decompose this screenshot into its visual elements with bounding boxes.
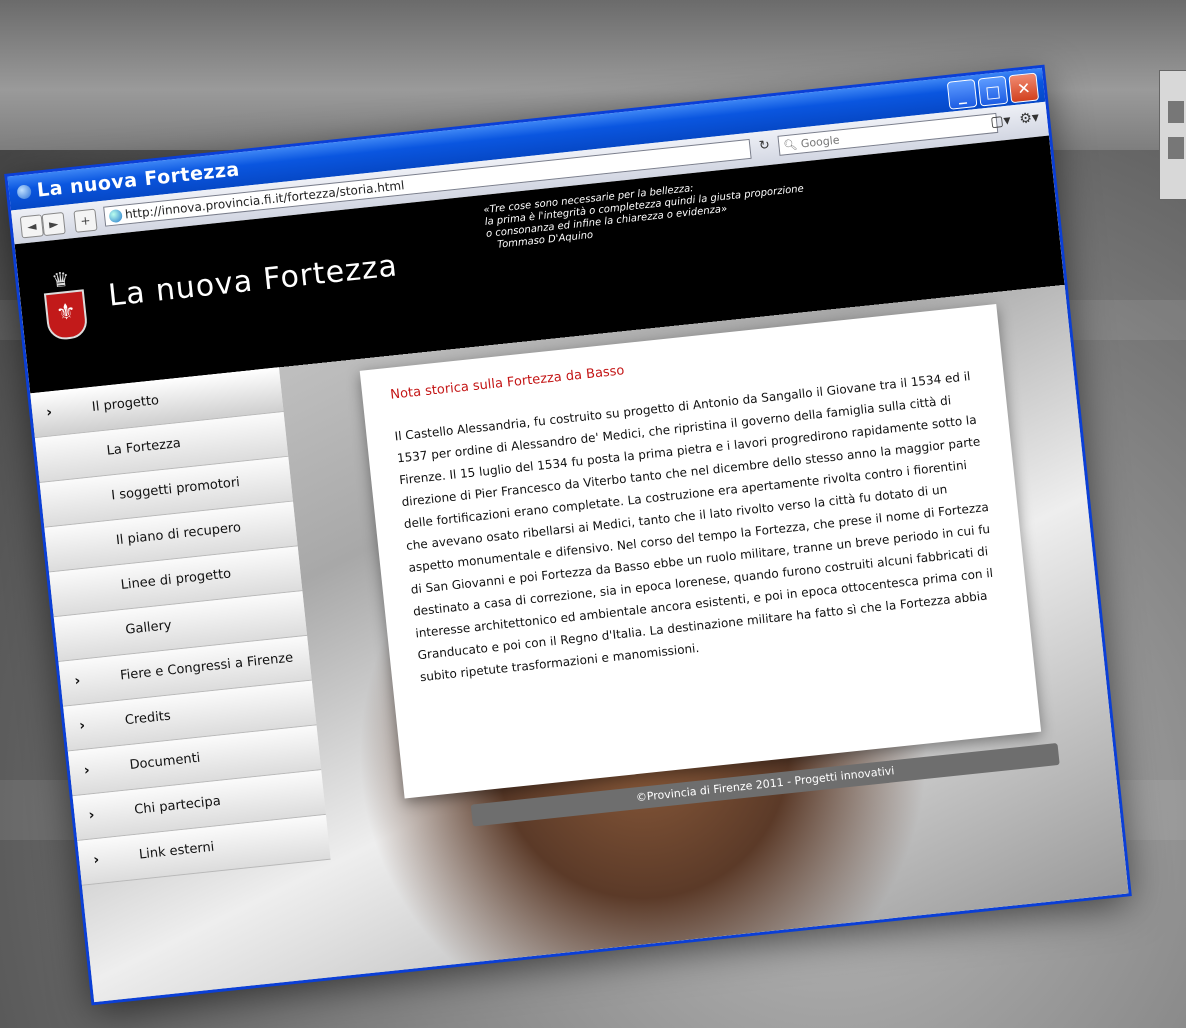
- chevron-right-icon: ›: [92, 851, 100, 869]
- minimize-button[interactable]: _: [946, 79, 978, 110]
- chevron-right-icon: ›: [87, 807, 96, 824]
- content-panel: Nota storica sulla Fortezza da Basso Il …: [359, 303, 1042, 799]
- sidebar-item-label: Gallery: [124, 617, 173, 638]
- app-icon: [16, 184, 32, 200]
- search-placeholder: Google: [800, 132, 841, 150]
- sidebar-item-label: Fiere e Congressi a Firenze: [119, 650, 294, 684]
- gear-icon[interactable]: ⚙▾: [1019, 110, 1040, 128]
- crown-icon: ♛: [50, 266, 71, 293]
- forward-button[interactable]: ►: [41, 211, 66, 237]
- sidebar-item-label: Il piano di recupero: [115, 520, 242, 549]
- chevron-right-icon: ›: [78, 717, 86, 735]
- back-button[interactable]: ◄: [19, 214, 44, 239]
- sidebar-nav: › Il progetto La Fortezza I soggetti pro…: [30, 367, 331, 886]
- logo: ♛ ⚜: [37, 259, 89, 343]
- browser-window: La nuova Fortezza _ □ ✕ ◄ ► + http://inn…: [7, 67, 1129, 1003]
- sidebar-item-label: Credits: [124, 708, 172, 729]
- close-button[interactable]: ✕: [1008, 72, 1040, 104]
- content-heading: Nota storica sulla Fortezza da Basso: [389, 363, 626, 403]
- sidebar-item-label: I soggetti promotori: [110, 475, 241, 504]
- sidebar-item-label: Chi partecipa: [133, 793, 222, 818]
- sidebar-item-label: Documenti: [128, 750, 202, 774]
- sidebar-item-label: Linee di progetto: [120, 566, 232, 593]
- content-body: Il Castello Alessandria, fu costruito su…: [394, 369, 994, 685]
- fleur-de-lis-icon: ⚜: [43, 289, 89, 342]
- sidebar-item-label: Link esterni: [138, 839, 216, 863]
- add-bookmark-button[interactable]: +: [73, 208, 98, 233]
- reload-button[interactable]: ↻: [755, 137, 775, 157]
- sidebar-item-label: Il progetto: [91, 393, 160, 416]
- chevron-right-icon: ›: [45, 404, 53, 421]
- search-icon: 🔍︎: [782, 137, 802, 152]
- globe-icon: [108, 208, 123, 223]
- chevron-right-icon: ›: [83, 762, 91, 779]
- chevron-right-icon: ›: [73, 672, 82, 690]
- background-sign: [1159, 70, 1186, 200]
- maximize-button[interactable]: □: [977, 75, 1009, 107]
- sidebar-item-label: La Fortezza: [105, 436, 182, 459]
- web-page: ♛ ⚜ La nuova Fortezza «Tre cose sono nec…: [14, 135, 1129, 1003]
- page-menu-button[interactable]: ▢▾: [990, 113, 1012, 131]
